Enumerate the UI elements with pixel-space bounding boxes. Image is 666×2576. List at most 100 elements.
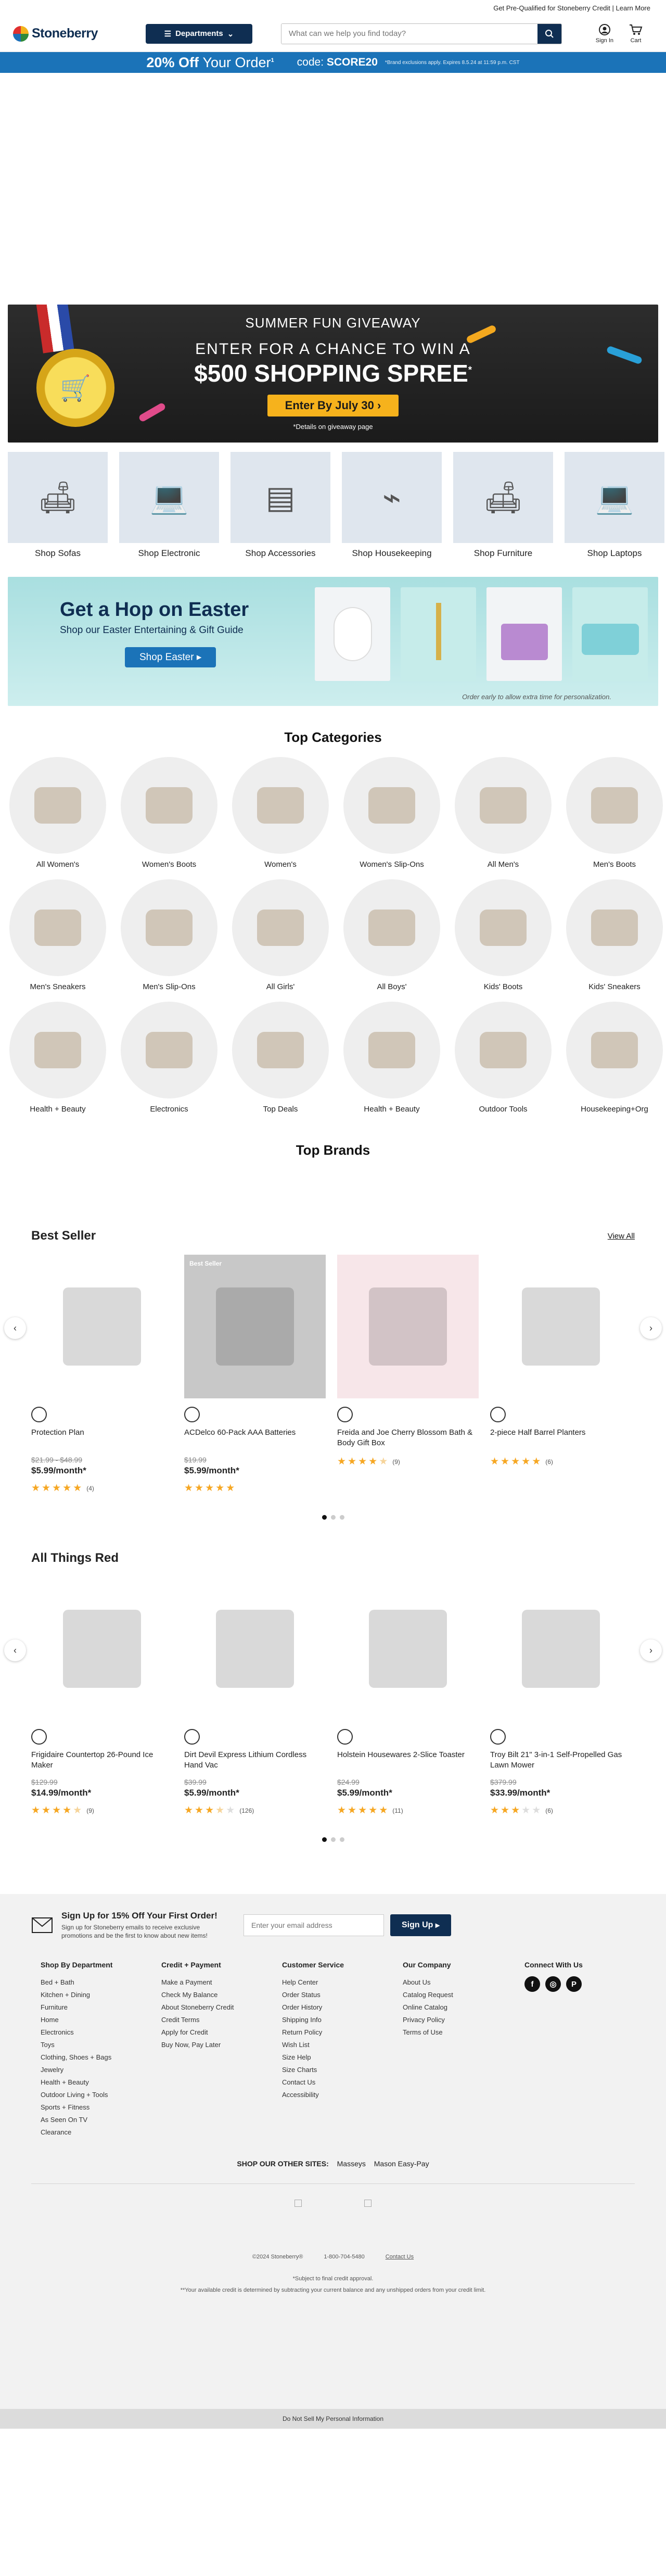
masseys-link[interactable]: Masseys [337, 2160, 366, 2168]
footer-link[interactable]: Help Center [282, 1976, 403, 1989]
product-card[interactable]: Holstein Housewares 2-Slice Toaster $24.9… [337, 1577, 479, 1816]
footer-link[interactable]: Contact Us [282, 2076, 403, 2089]
product-card[interactable]: Best Seller ACDelco 60-Pack AAA Batteries… [184, 1255, 326, 1494]
footer-link[interactable]: Health + Beauty [41, 2076, 161, 2089]
prequalify-link[interactable]: Get Pre-Qualified for Stoneberry Credit … [493, 4, 650, 12]
swatch[interactable] [490, 1407, 506, 1422]
shop-tile[interactable]: 💻 Shop Electronic [119, 452, 219, 559]
product-card[interactable]: Freida and Joe Cherry Blossom Bath & Bod… [337, 1255, 479, 1494]
category-item[interactable]: Women's Boots [121, 757, 217, 869]
footer-link[interactable]: Privacy Policy [403, 2014, 523, 2026]
product-image[interactable]: Best Seller [184, 1255, 326, 1398]
carousel-dot[interactable] [322, 1515, 327, 1520]
shop-tile[interactable]: 💻 Shop Laptops [565, 452, 664, 559]
product-card[interactable]: Protection Plan $21.99 - $48.99 $5.99/mont… [31, 1255, 173, 1494]
footer-link[interactable]: Clothing, Shoes + Bags [41, 2051, 161, 2064]
swatch[interactable] [184, 1407, 200, 1422]
product-name[interactable]: Dirt Devil Express Lithium Cordless Hand… [184, 1750, 326, 1771]
product-image[interactable] [31, 1255, 173, 1398]
category-item[interactable]: Men's Boots [566, 757, 663, 869]
footer-link[interactable]: Kitchen + Dining [41, 1989, 161, 2001]
promo-banner[interactable]: 20% Off Your Order1 code: SCORE20 *Brand… [0, 52, 666, 73]
carousel-dot[interactable] [330, 1515, 336, 1520]
product-name[interactable]: 2-piece Half Barrel Planters [490, 1428, 632, 1448]
departments-button[interactable]: ☰ Departments ⌄ [146, 23, 252, 44]
footer-link[interactable]: About Stoneberry Credit [161, 2001, 282, 2014]
shop-tile[interactable]: ⌁ Shop Housekeeping [342, 452, 442, 559]
product-card[interactable]: Frigidaire Countertop 26-Pound Ice Maker… [31, 1577, 173, 1816]
footer-link[interactable]: Make a Payment [161, 1976, 282, 1989]
carousel-next-button[interactable]: › [640, 1317, 662, 1339]
footer-link[interactable]: Outdoor Living + Tools [41, 2089, 161, 2101]
swatch[interactable] [31, 1729, 47, 1745]
product-image[interactable]: Best Seller [490, 1255, 632, 1398]
category-item[interactable]: Women's Slip-Ons [343, 757, 440, 869]
footer-link[interactable]: Buy Now, Pay Later [161, 2039, 282, 2051]
footer-link[interactable]: Catalog Request [403, 1989, 523, 2001]
product-image[interactable] [337, 1577, 479, 1721]
footer-link[interactable]: Check My Balance [161, 1989, 282, 2001]
shop-tile[interactable]: 🛋 Shop Sofas [8, 452, 108, 559]
footer-link[interactable]: Toys [41, 2039, 161, 2051]
category-item[interactable]: Health + Beauty [9, 1002, 106, 1114]
category-item[interactable]: Men's Slip-Ons [121, 879, 217, 991]
view-all-link[interactable]: View All [608, 1232, 635, 1241]
category-item[interactable]: Health + Beauty [343, 1002, 440, 1114]
swatch[interactable] [490, 1729, 506, 1745]
footer-link[interactable]: Terms of Use [403, 2026, 523, 2039]
product-card[interactable]: Best Seller 2-piece Half Barrel Planters ★… [490, 1255, 632, 1494]
carousel-prev-button[interactable]: ‹ [4, 1317, 26, 1339]
giveaway-enter-button[interactable]: Enter By July 30 › [267, 395, 399, 416]
footer-link[interactable]: About Us [403, 1976, 523, 1989]
swatch[interactable] [184, 1729, 200, 1745]
product-image[interactable] [337, 1255, 479, 1398]
category-item[interactable]: Kids' Sneakers [566, 879, 663, 991]
product-name[interactable]: Holstein Housewares 2-Slice Toaster [337, 1750, 479, 1771]
category-item[interactable]: Electronics [121, 1002, 217, 1114]
giveaway-banner[interactable]: 🛒 SUMMER FUN GIVEAWAY ENTER FOR A CHANCE… [8, 305, 658, 443]
shop-easter-button[interactable]: Shop Easter ▸ [125, 647, 216, 667]
footer-link[interactable]: Home [41, 2014, 161, 2026]
mason-easy-pay-link[interactable]: Mason Easy-Pay [374, 2160, 429, 2168]
footer-link[interactable]: Online Catalog [403, 2001, 523, 2014]
category-item[interactable]: Top Deals [232, 1002, 329, 1114]
footer-link[interactable]: Accessibility [282, 2089, 403, 2101]
product-image[interactable] [184, 1577, 326, 1721]
category-item[interactable]: Housekeeping+Org [566, 1002, 663, 1114]
category-item[interactable]: All Men's [455, 757, 552, 869]
footer-link[interactable]: Return Policy [282, 2026, 403, 2039]
shop-tile[interactable]: 🛋 Shop Furniture [453, 452, 553, 559]
footer-link[interactable]: Jewelry [41, 2064, 161, 2076]
footer-link[interactable]: As Seen On TV [41, 2114, 161, 2126]
footer-link[interactable]: Sports + Fitness [41, 2101, 161, 2114]
carousel-dot[interactable] [330, 1837, 336, 1842]
pinterest-icon[interactable]: P [566, 1976, 582, 1992]
footer-link[interactable]: Bed + Bath [41, 1976, 161, 1989]
footer-link[interactable]: Size Charts [282, 2064, 403, 2076]
footer-link[interactable]: Furniture [41, 2001, 161, 2014]
product-name[interactable]: Troy Bilt 21" 3-in-1 Self-Propelled Gas … [490, 1750, 632, 1771]
product-card[interactable]: Dirt Devil Express Lithium Cordless Hand… [184, 1577, 326, 1816]
contact-link[interactable]: Contact Us [386, 2254, 414, 2260]
category-item[interactable]: Men's Sneakers [9, 879, 106, 991]
category-item[interactable]: Kids' Boots [455, 879, 552, 991]
swatch[interactable] [337, 1407, 353, 1422]
search-button[interactable] [537, 23, 561, 44]
carousel-prev-button[interactable]: ‹ [4, 1639, 26, 1661]
carousel-dot[interactable] [322, 1837, 327, 1842]
footer-link[interactable]: Order History [282, 2001, 403, 2014]
easter-banner[interactable]: Get a Hop on Easter Shop our Easter Ente… [8, 577, 658, 706]
footer-link[interactable]: Clearance [41, 2126, 161, 2139]
category-item[interactable]: All Boys' [343, 879, 440, 991]
footer-link[interactable]: Electronics [41, 2026, 161, 2039]
product-name[interactable]: ACDelco 60-Pack AAA Batteries [184, 1428, 326, 1448]
signup-button[interactable]: Sign Up ▸ [390, 1914, 451, 1936]
do-not-sell-link[interactable]: Do Not Sell My Personal Information [0, 2409, 666, 2429]
footer-link[interactable]: Wish List [282, 2039, 403, 2051]
footer-link[interactable]: Shipping Info [282, 2014, 403, 2026]
email-input[interactable] [244, 1914, 384, 1936]
category-item[interactable]: Outdoor Tools [455, 1002, 552, 1114]
product-name[interactable]: Protection Plan [31, 1428, 173, 1448]
footer-link[interactable]: Credit Terms [161, 2014, 282, 2026]
logo[interactable]: Stoneberry [13, 26, 146, 42]
